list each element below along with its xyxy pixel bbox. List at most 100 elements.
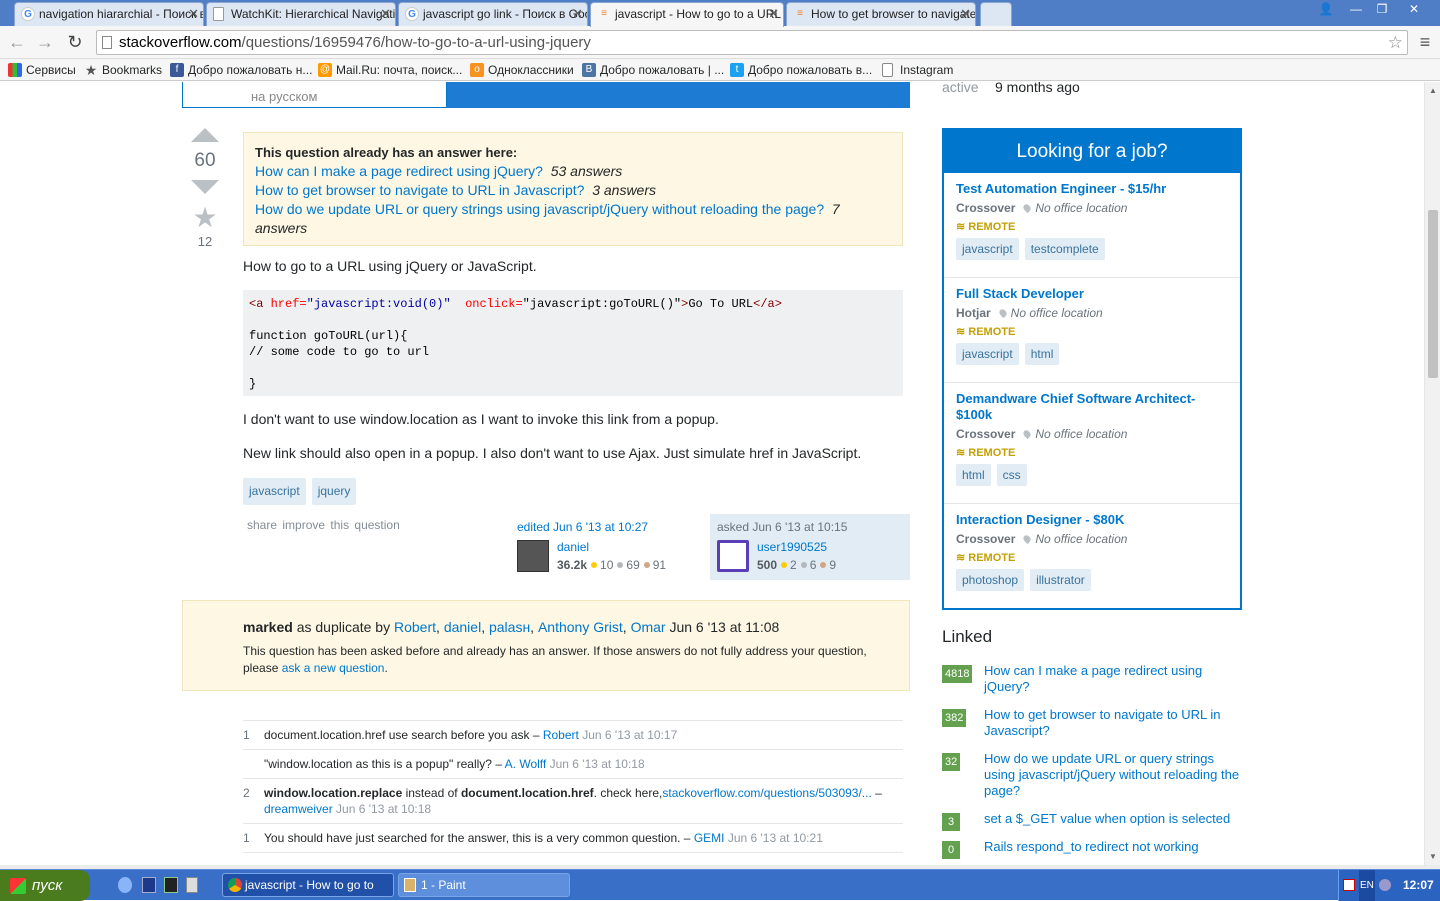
job-tag[interactable]: css <box>996 464 1027 486</box>
closer-link[interactable]: palaѕн <box>489 619 530 635</box>
start-button[interactable]: пуск <box>0 870 90 901</box>
code-value: "javascript:void(0)" <box>306 297 451 311</box>
close-tab-icon[interactable]: ✕ <box>768 3 779 25</box>
taskbar-task-chrome[interactable]: javascript - How to go to <box>222 873 394 897</box>
page-scrollbar[interactable]: ▲ ▼ <box>1424 82 1440 865</box>
comment-user[interactable]: GEMI <box>694 831 725 845</box>
share-link[interactable]: share <box>247 518 277 532</box>
ie-icon[interactable] <box>118 877 132 893</box>
address-bar[interactable]: stackoverflow.com/questions/16959476/how… <box>96 30 1408 55</box>
job-tag[interactable]: testcomplete <box>1024 238 1105 260</box>
language-indicator[interactable]: EN <box>1359 870 1375 901</box>
duplicate-link[interactable]: How do we update URL or query strings us… <box>255 201 824 217</box>
marked-word: marked <box>243 619 293 635</box>
ask-new-question-link[interactable]: ask a new question <box>282 661 385 675</box>
tab-watchkit[interactable]: WatchKit: Hierarchical Navigation ✕ <box>206 2 396 26</box>
reload-icon[interactable]: ↻ <box>64 32 86 54</box>
closer-link[interactable]: daniel <box>444 619 481 635</box>
menu-icon[interactable]: ≡ <box>1414 32 1436 54</box>
banner-image <box>447 82 910 108</box>
avatar[interactable] <box>517 540 549 572</box>
bookmark-star-icon[interactable]: ☆ <box>1388 31 1403 54</box>
job-listing[interactable]: Test Automation Engineer - $15/hr Crosso… <box>944 173 1240 278</box>
volume-icon[interactable] <box>1379 879 1391 891</box>
linked-link[interactable]: How do we update URL or query strings us… <box>984 751 1239 798</box>
scroll-up-icon[interactable]: ▲ <box>1429 86 1437 95</box>
job-title[interactable]: Demandware Chief Software Architect- $10… <box>956 391 1228 423</box>
asker-reputation: 500 2 6 9 <box>757 558 836 572</box>
tab-active-stackoverflow[interactable]: ≡ javascript - How to go to a URL using … <box>590 2 784 27</box>
job-tag[interactable]: javascript <box>956 343 1019 365</box>
close-tab-icon[interactable]: ✕ <box>380 3 391 25</box>
comment-user[interactable]: A. Wolff <box>505 757 547 771</box>
network-icon[interactable] <box>1343 879 1355 891</box>
restore-icon[interactable]: ❐ <box>1368 0 1396 18</box>
bookmark-facebook[interactable]: f Добро пожаловать н... <box>170 59 312 81</box>
bookmark-services[interactable]: Сервисы <box>8 59 76 81</box>
job-title[interactable]: Interaction Designer - $80K <box>956 512 1228 528</box>
upvote-icon[interactable] <box>191 128 219 142</box>
comment-user[interactable]: dreamweiver <box>264 802 333 816</box>
linked-link[interactable]: set a $_GET value when option is selecte… <box>984 811 1230 826</box>
job-listing[interactable]: Demandware Chief Software Architect- $10… <box>944 383 1240 504</box>
linked-link[interactable]: Rails respond_to redirect not working <box>984 839 1199 854</box>
linked-link[interactable]: How to get browser to navigate to URL in… <box>984 707 1221 738</box>
linked-link[interactable]: How can I make a page redirect using jQu… <box>984 663 1202 694</box>
comment-link[interactable]: stackoverflow.com/questions/503093/... <box>662 786 871 800</box>
language-banner[interactable]: на русском <box>182 82 447 108</box>
job-tag[interactable]: html <box>1024 343 1060 365</box>
editor-name[interactable]: daniel <box>557 540 589 554</box>
edited-link[interactable]: edited Jun 6 '13 at 10:27 <box>517 520 648 534</box>
job-title[interactable]: Full Stack Developer <box>956 286 1228 302</box>
tag-jquery[interactable]: jquery <box>311 478 357 505</box>
terminal-icon[interactable] <box>164 877 178 893</box>
improve-link[interactable]: improve this question <box>282 518 399 532</box>
marked-text: as duplicate by <box>296 619 391 635</box>
job-tag[interactable]: illustrator <box>1030 569 1091 591</box>
job-tag[interactable]: photoshop <box>956 569 1025 591</box>
back-icon[interactable]: ← <box>6 32 28 54</box>
bookmark-vk[interactable]: В Добро пожаловать | ... <box>582 59 724 81</box>
minimize-icon[interactable]: — <box>1342 0 1370 18</box>
downvote-icon[interactable] <box>191 180 219 194</box>
code-line: // some code to go to url <box>249 345 430 359</box>
job-listing[interactable]: Full Stack Developer Hotjar No office loc… <box>944 278 1240 383</box>
closer-link[interactable]: Omar <box>631 619 666 635</box>
close-window-icon[interactable]: ✕ <box>1400 0 1428 18</box>
question-paragraph: I don't want to use window.location as I… <box>243 411 719 427</box>
desktop-icon[interactable] <box>142 877 156 893</box>
job-listing[interactable]: Interaction Designer - $80K Crossover No … <box>944 504 1240 608</box>
job-tag[interactable]: javascript <box>956 238 1019 260</box>
close-tab-icon[interactable]: ✕ <box>188 3 199 25</box>
code-tag: </a> <box>753 297 782 311</box>
duplicate-link[interactable]: How to get browser to navigate to URL in… <box>255 182 584 198</box>
job-title[interactable]: Test Automation Engineer - $15/hr <box>956 181 1228 197</box>
new-tab-button[interactable] <box>980 2 1012 26</box>
avatar[interactable] <box>717 540 749 572</box>
notepad-icon[interactable] <box>186 877 198 893</box>
closer-link[interactable]: Robert <box>394 619 436 635</box>
bookmark-twitter[interactable]: t Добро пожаловать в... <box>730 59 872 81</box>
close-tab-icon[interactable]: ✕ <box>572 3 583 25</box>
scroll-down-icon[interactable]: ▼ <box>1429 852 1437 861</box>
close-tab-icon[interactable]: ✕ <box>960 3 971 25</box>
bookmark-mailru[interactable]: @ Mail.Ru: почта, поиск... <box>318 59 462 81</box>
favorite-star-icon[interactable]: ★ <box>190 204 220 232</box>
duplicate-link[interactable]: How can I make a page redirect using jQu… <box>255 163 543 179</box>
punctuation: . <box>384 661 388 675</box>
bookmark-odnoklassniki[interactable]: о Одноклассники <box>470 59 574 81</box>
tab-google-search-2[interactable]: G javascript go link - Поиск в Google ✕ <box>398 2 588 26</box>
user-icon[interactable]: 👤 <box>1312 0 1340 18</box>
bookmark-instagram[interactable]: Instagram <box>882 59 953 81</box>
forward-icon[interactable]: → <box>34 32 56 54</box>
closer-link[interactable]: Anthony Grist <box>538 619 623 635</box>
asker-name[interactable]: user1990525 <box>757 540 827 554</box>
job-tag[interactable]: html <box>956 464 991 486</box>
bookmark-bookmarks[interactable]: ★ Bookmarks <box>84 59 162 81</box>
taskbar-task-paint[interactable]: 1 - Paint <box>398 873 570 897</box>
tab-google-search-1[interactable]: G navigation hiararchial - Поиск в Googl… <box>14 2 204 26</box>
tag-javascript[interactable]: javascript <box>243 478 306 505</box>
scrollbar-thumb[interactable] <box>1428 210 1438 378</box>
comment-user[interactable]: Robert <box>543 728 579 742</box>
tab-stackoverflow-2[interactable]: ≡ How to get browser to navigate to URL … <box>786 2 976 26</box>
